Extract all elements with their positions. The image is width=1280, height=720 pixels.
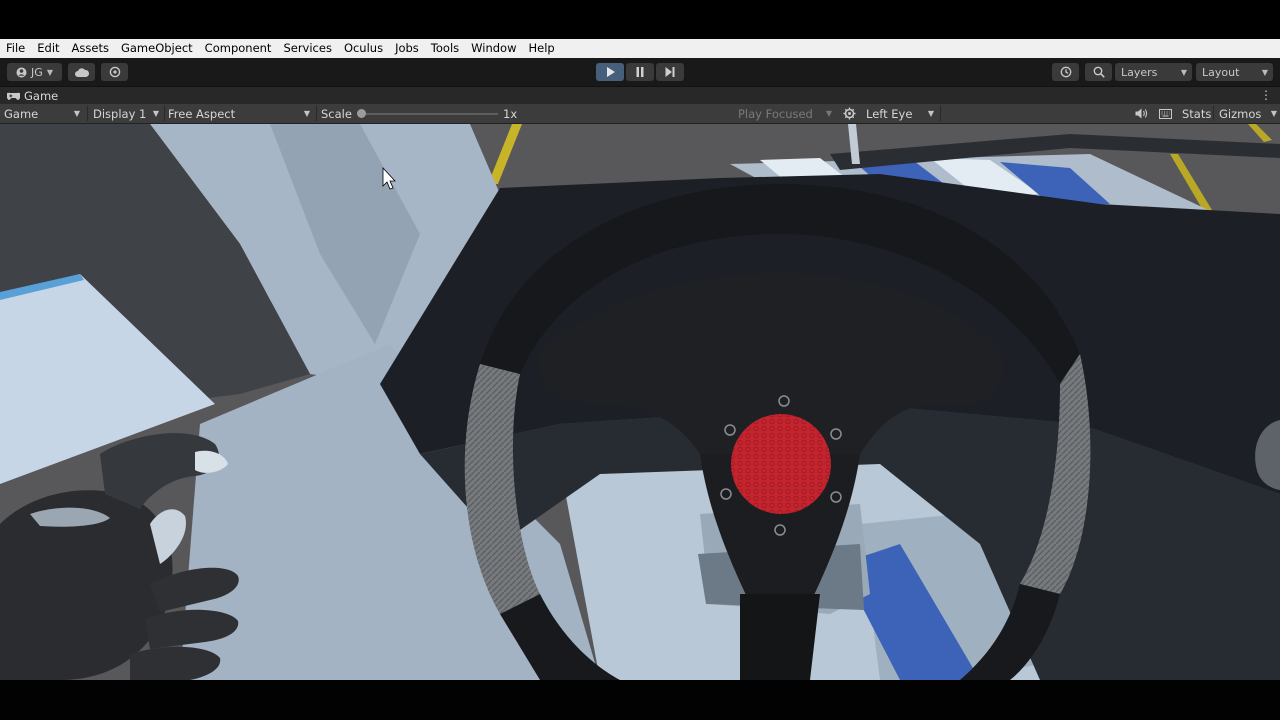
- view-mode-dropdown[interactable]: Game ▼: [4, 104, 84, 123]
- more-options-icon[interactable]: ⋮: [1260, 89, 1272, 101]
- layout-dropdown[interactable]: Layout ▼: [1196, 63, 1273, 81]
- menu-tools[interactable]: Tools: [425, 39, 465, 58]
- menu-file[interactable]: File: [0, 39, 31, 58]
- menu-services[interactable]: Services: [277, 39, 338, 58]
- layers-dropdown[interactable]: Layers ▼: [1115, 63, 1192, 81]
- tab-game[interactable]: Game: [0, 87, 66, 105]
- game-view-toolbar: Game ▼ Display 1 ▼ Free Aspect ▼ Scale 1…: [0, 104, 1280, 124]
- wheel-horn-button: [731, 414, 831, 514]
- history-icon: [1060, 66, 1071, 78]
- display-label: Display 1: [93, 106, 147, 121]
- search-icon: [1093, 66, 1105, 78]
- eye-label: Left Eye: [866, 106, 913, 121]
- letterbox-top: [0, 0, 1280, 39]
- aspect-label: Free Aspect: [168, 106, 236, 121]
- collab-button[interactable]: [101, 63, 128, 81]
- chevron-down-icon: ▼: [1261, 67, 1268, 77]
- account-dropdown[interactable]: JG ▼: [7, 63, 62, 81]
- stats-toggle-icon-wrap[interactable]: [1159, 104, 1172, 123]
- menu-bar: File Edit Assets GameObject Component Se…: [0, 39, 1280, 58]
- play-focused-label: Play Focused: [738, 106, 813, 121]
- layout-label: Layout: [1202, 65, 1240, 79]
- gizmos-dropdown[interactable]: Gizmos ▼: [1219, 104, 1279, 123]
- mute-audio-button[interactable]: [1135, 104, 1148, 123]
- chevron-down-icon: ▼: [73, 109, 80, 118]
- menu-component[interactable]: Component: [199, 39, 278, 58]
- menu-jobs[interactable]: Jobs: [389, 39, 425, 58]
- layers-label: Layers: [1121, 65, 1158, 79]
- step-button[interactable]: [656, 63, 684, 81]
- step-icon: [665, 67, 675, 77]
- eye-dropdown[interactable]: Left Eye ▼: [866, 104, 938, 123]
- menu-oculus[interactable]: Oculus: [338, 39, 389, 58]
- chevron-down-icon: ▼: [152, 109, 159, 118]
- pause-icon: [636, 67, 644, 77]
- chevron-down-icon: ▼: [46, 67, 53, 77]
- game-controller-icon: [7, 92, 20, 100]
- chevron-down-icon: ▼: [303, 109, 310, 118]
- scale-slider-track[interactable]: [362, 113, 498, 115]
- speaker-icon: [1135, 108, 1148, 119]
- stats-button[interactable]: Stats: [1182, 104, 1211, 123]
- account-label: JG: [31, 65, 43, 79]
- game-viewport[interactable]: [0, 124, 1280, 680]
- play-icon: [606, 67, 615, 77]
- search-button[interactable]: [1085, 63, 1112, 81]
- undo-history-button[interactable]: [1052, 63, 1079, 81]
- chevron-down-icon: ▼: [927, 109, 934, 118]
- pause-button[interactable]: [626, 63, 654, 81]
- divider: [87, 106, 88, 121]
- vr-icon: [843, 107, 856, 120]
- scale-value: 1x: [503, 106, 518, 121]
- vr-settings-button[interactable]: [843, 104, 856, 123]
- menu-assets[interactable]: Assets: [66, 39, 115, 58]
- menu-window[interactable]: Window: [465, 39, 522, 58]
- divider: [1213, 106, 1214, 121]
- scale-label: Scale: [321, 106, 352, 121]
- play-button[interactable]: [596, 63, 624, 81]
- scale-slider-thumb[interactable]: [357, 109, 366, 118]
- account-icon: [16, 67, 27, 77]
- play-focused-dropdown[interactable]: Play Focused ▼: [738, 104, 836, 123]
- menu-help[interactable]: Help: [522, 39, 560, 58]
- divider: [940, 106, 941, 121]
- keyboard-icon: [1159, 108, 1172, 119]
- divider: [164, 106, 165, 121]
- chevron-down-icon: ▼: [825, 109, 832, 118]
- wheel-bottom-spoke: [740, 594, 820, 680]
- game-tab-bar: Game ⋮: [0, 86, 1280, 105]
- menu-gameobject[interactable]: GameObject: [115, 39, 199, 58]
- tab-title: Game: [24, 89, 59, 103]
- menu-edit[interactable]: Edit: [31, 39, 65, 58]
- main-toolbar: JG ▼ Layers ▼ Layout ▼: [0, 58, 1280, 86]
- view-mode-label: Game: [4, 106, 39, 121]
- letterbox-bottom: [0, 680, 1280, 720]
- cloud-icon: [74, 67, 89, 77]
- game-scene: [0, 124, 1280, 680]
- display-dropdown[interactable]: Display 1 ▼: [93, 104, 163, 123]
- divider: [316, 106, 317, 121]
- chevron-down-icon: ▼: [1270, 109, 1277, 118]
- cloud-button[interactable]: [68, 63, 95, 81]
- aspect-dropdown[interactable]: Free Aspect ▼: [168, 104, 314, 123]
- collab-icon: [109, 66, 120, 78]
- gizmos-label: Gizmos: [1219, 106, 1262, 121]
- chevron-down-icon: ▼: [1180, 67, 1187, 77]
